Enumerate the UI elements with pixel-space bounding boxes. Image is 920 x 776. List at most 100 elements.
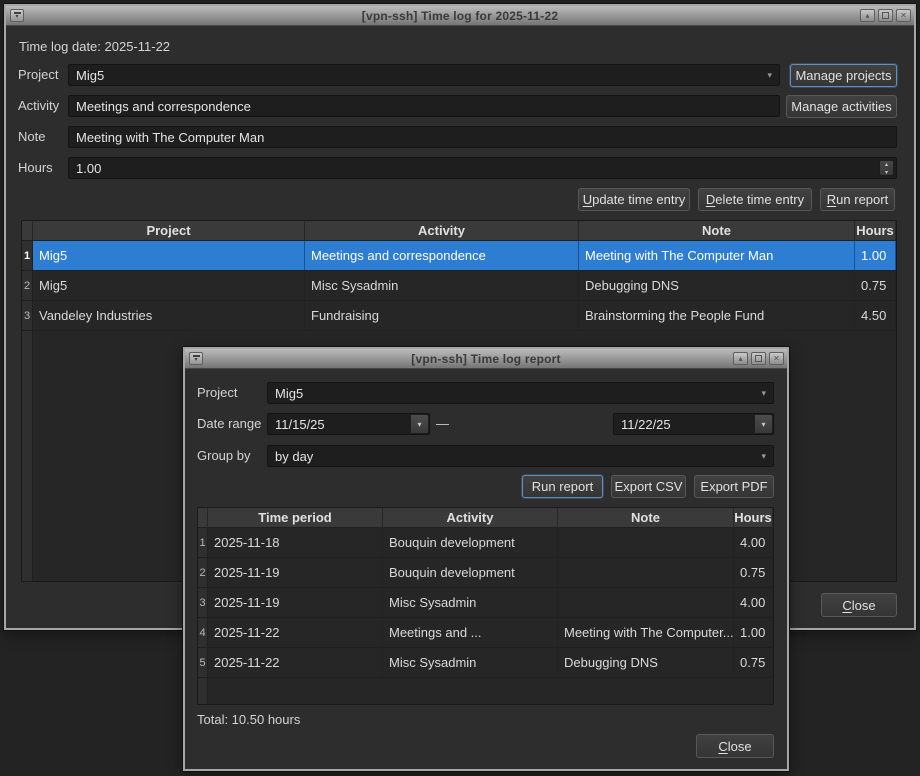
cell-project: Mig5: [33, 271, 305, 300]
run-report-button[interactable]: Run report: [820, 188, 895, 211]
col-header-activity[interactable]: Activity: [305, 221, 579, 241]
dialog-title: [vpn-ssh] Time log report: [185, 352, 787, 366]
date-from-field[interactable]: 11/15/25 ▾: [267, 413, 430, 435]
row-number: 1: [198, 528, 208, 557]
table-row[interactable]: 3 2025-11-19 Misc Sysadmin 4.00: [198, 588, 773, 618]
note-input[interactable]: [76, 130, 889, 145]
chevron-down-icon: ▾: [761, 388, 766, 399]
cell-period: 2025-11-22: [208, 648, 383, 677]
close-icon: ✕: [900, 11, 907, 20]
table-row[interactable]: 1 2025-11-18 Bouquin development 4.00: [198, 528, 773, 558]
maximize-button[interactable]: [878, 9, 893, 22]
hours-label: Hours: [18, 157, 53, 179]
shade-button[interactable]: ▴: [733, 352, 748, 365]
export-pdf-button[interactable]: Export PDF: [694, 475, 774, 498]
project-label: Project: [18, 64, 58, 86]
hours-spin-buttons[interactable]: ▴ ▾: [879, 160, 894, 176]
chevron-down-icon: ▾: [761, 420, 765, 429]
table-row[interactable]: 3 Vandeley Industries Fundraising Brains…: [22, 301, 896, 331]
col-header-note[interactable]: Note: [558, 508, 734, 528]
table-row[interactable]: 2 2025-11-19 Bouquin development 0.75: [198, 558, 773, 588]
close-button[interactable]: Close: [821, 593, 897, 617]
cell-hours: 0.75: [855, 271, 896, 300]
project-combo-value: Mig5: [275, 386, 755, 401]
activity-input[interactable]: [76, 99, 772, 114]
chevron-down-icon: ▾: [767, 70, 772, 81]
row-number: 3: [198, 588, 208, 617]
project-label: Project: [197, 382, 237, 404]
time-log-date-label: Time log date: 2025-11-22: [19, 36, 170, 58]
table-row[interactable]: 1 Mig5 Meetings and correspondence Meeti…: [22, 241, 896, 271]
cell-note: Debugging DNS: [579, 271, 855, 300]
col-header-activity[interactable]: Activity: [383, 508, 558, 528]
note-field-wrap: [68, 126, 897, 148]
col-header-time-period[interactable]: Time period: [208, 508, 383, 528]
date-to-value: 11/22/25: [621, 417, 671, 432]
table-row[interactable]: 5 2025-11-22 Misc Sysadmin Debugging DNS…: [198, 648, 773, 678]
col-header-project[interactable]: Project: [33, 221, 305, 241]
shade-button[interactable]: ▴: [860, 9, 875, 22]
cell-activity: Misc Sysadmin: [383, 648, 558, 677]
table-corner: [198, 508, 208, 528]
export-csv-button[interactable]: Export CSV: [611, 475, 686, 498]
shade-icon: ▴: [865, 11, 869, 20]
date-from-dropdown-button[interactable]: ▾: [410, 415, 428, 433]
table-empty-area: [198, 678, 773, 704]
main-titlebar[interactable]: ▾ [vpn-ssh] Time log for 2025-11-22 ▴ ✕: [6, 6, 914, 26]
activity-field-wrap: [68, 95, 780, 117]
row-header-strip: [22, 331, 33, 581]
main-window-title: [vpn-ssh] Time log for 2025-11-22: [6, 9, 914, 23]
col-header-note[interactable]: Note: [579, 221, 855, 241]
total-hours-label: Total: 10.50 hours: [197, 712, 300, 727]
close-window-button[interactable]: ✕: [896, 9, 911, 22]
cell-hours: 0.75: [734, 558, 773, 587]
table-row[interactable]: 4 2025-11-22 Meetings and ... Meeting wi…: [198, 618, 773, 648]
group-by-combo[interactable]: by day ▾: [267, 445, 774, 467]
close-icon: ✕: [773, 354, 780, 363]
shade-icon: ▴: [738, 354, 742, 363]
close-window-button[interactable]: ✕: [769, 352, 784, 365]
manage-projects-button[interactable]: Manage projects: [790, 64, 897, 87]
cell-note: [558, 528, 734, 557]
spin-up-icon: ▴: [880, 161, 893, 169]
report-table[interactable]: Time period Activity Note Hours 1 2025-1…: [197, 507, 774, 705]
spin-down-icon: ▾: [880, 169, 893, 177]
table-header[interactable]: Time period Activity Note Hours: [198, 508, 773, 528]
date-from-value: 11/15/25: [275, 417, 325, 432]
table-header[interactable]: Project Activity Note Hours: [22, 221, 896, 241]
row-number: 4: [198, 618, 208, 647]
dialog-run-report-button[interactable]: Run report: [522, 475, 603, 498]
report-dialog: ▾ [vpn-ssh] Time log report ▴ ✕ Project …: [183, 347, 789, 771]
cell-hours: 4.00: [734, 588, 773, 617]
row-number: 5: [198, 648, 208, 677]
cell-note: [558, 588, 734, 617]
cell-note: Meeting with The Computer Man: [579, 241, 855, 270]
col-header-hours[interactable]: Hours: [734, 508, 773, 528]
hours-spinbox: ▴ ▾: [68, 157, 897, 179]
maximize-icon: [882, 12, 889, 19]
report-project-combo[interactable]: Mig5 ▾: [267, 382, 774, 404]
dialog-close-button[interactable]: Close: [696, 734, 774, 758]
cell-period: 2025-11-19: [208, 588, 383, 617]
cell-hours: 4.50: [855, 301, 896, 330]
manage-activities-button[interactable]: Manage activities: [786, 95, 897, 118]
row-number: 2: [22, 271, 33, 300]
maximize-icon: [755, 355, 762, 362]
date-to-field[interactable]: 11/22/25 ▾: [613, 413, 774, 435]
cell-hours: 4.00: [734, 528, 773, 557]
date-to-dropdown-button[interactable]: ▾: [754, 415, 772, 433]
table-corner: [22, 221, 33, 241]
cell-note: Debugging DNS: [558, 648, 734, 677]
update-time-entry-button[interactable]: Update time entry: [578, 188, 690, 211]
col-header-hours[interactable]: Hours: [855, 221, 896, 241]
hours-input[interactable]: [76, 161, 889, 176]
table-row[interactable]: 2 Mig5 Misc Sysadmin Debugging DNS 0.75: [22, 271, 896, 301]
row-number: 3: [22, 301, 33, 330]
cell-activity: Meetings and correspondence: [305, 241, 579, 270]
delete-time-entry-button[interactable]: Delete time entry: [698, 188, 812, 211]
group-by-label: Group by: [197, 445, 250, 467]
group-by-value: by day: [275, 449, 755, 464]
dialog-titlebar[interactable]: ▾ [vpn-ssh] Time log report ▴ ✕: [185, 349, 787, 369]
maximize-button[interactable]: [751, 352, 766, 365]
project-combo[interactable]: Mig5 ▾: [68, 64, 780, 86]
